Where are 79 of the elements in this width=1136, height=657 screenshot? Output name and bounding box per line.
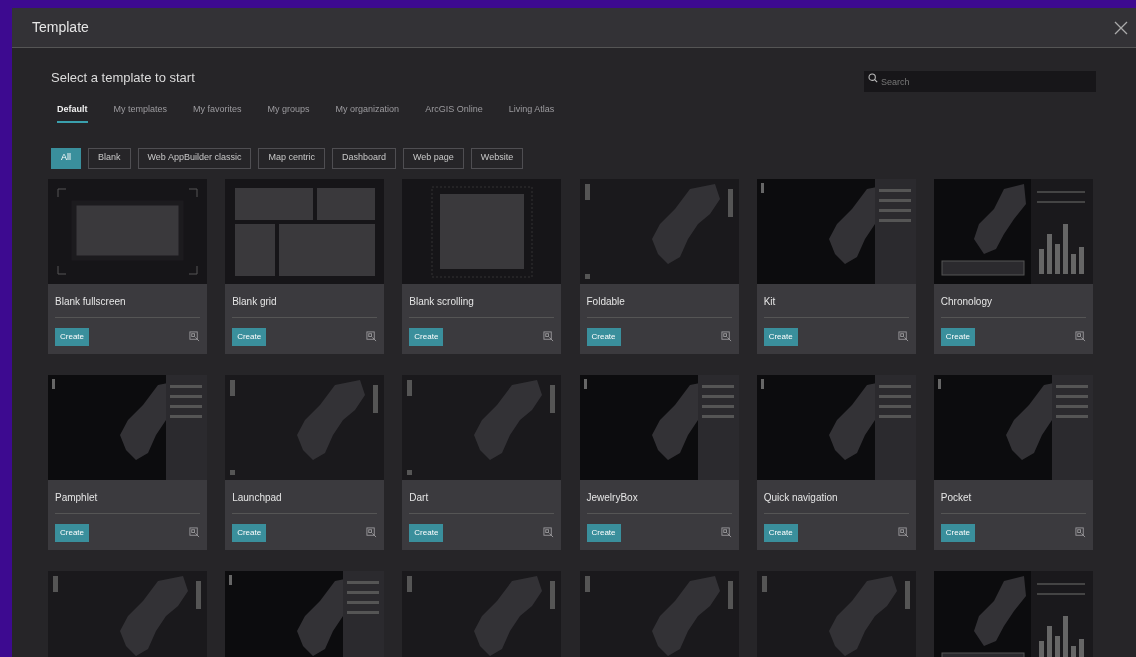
create-button[interactable]: Create [763, 523, 798, 542]
tab[interactable]: My groups [267, 103, 310, 123]
chart-bar [1062, 615, 1068, 657]
create-button[interactable]: Create [586, 327, 621, 346]
template-card[interactable]: Blank fullscreen Create [48, 178, 207, 354]
tab[interactable]: My templates [113, 103, 168, 123]
preview-icon[interactable] [366, 331, 378, 342]
template-name: Pamphlet [55, 489, 200, 514]
chart-bar [1078, 638, 1084, 657]
chart-bar [1046, 233, 1052, 274]
create-button[interactable]: Create [586, 523, 621, 542]
template-card[interactable]: Chronology Create [933, 178, 1093, 354]
preview-icon[interactable] [189, 331, 200, 342]
template-card[interactable]: JewelryBox Create [579, 374, 739, 550]
filter-chip[interactable]: Web page [403, 147, 464, 169]
template-name: Dart [409, 489, 555, 514]
create-button[interactable]: Create [940, 523, 975, 542]
create-button[interactable]: Create [940, 327, 975, 346]
template-name: Blank scrolling [409, 293, 555, 318]
chart-bar [1070, 645, 1076, 657]
template-card[interactable]: Launchpad Create [225, 374, 385, 550]
create-button[interactable]: Create [409, 523, 444, 542]
close-icon[interactable] [1114, 20, 1128, 35]
tab[interactable]: Default [57, 103, 88, 123]
chart-bar [1062, 223, 1068, 274]
template-name: Blank grid [232, 293, 378, 318]
template-name: Foldable [586, 293, 732, 318]
preview-icon[interactable] [720, 527, 732, 538]
chart-bar [1078, 246, 1084, 274]
template-name: Chronology [940, 293, 1086, 318]
template-card[interactable]: Blank grid Create [225, 178, 385, 354]
template-card[interactable]: Quick navigation Create [756, 374, 916, 550]
tab[interactable]: My favorites [193, 103, 242, 123]
create-button[interactable]: Create [232, 523, 267, 542]
tab[interactable]: Living Atlas [508, 103, 555, 123]
filter-chip[interactable]: Map centric [258, 147, 325, 169]
search-icon [868, 72, 878, 83]
preview-icon[interactable] [1074, 527, 1086, 538]
preview-icon[interactable] [543, 331, 555, 342]
chart-bar [1054, 243, 1060, 274]
dialog-title: Template [32, 18, 89, 37]
create-button[interactable]: Create [763, 327, 798, 346]
template-name: Pocket [940, 489, 1086, 514]
search-field[interactable]: Search [864, 71, 1096, 92]
template-card[interactable]: Pamphlet Create [48, 374, 207, 550]
template-card[interactable]: Pocket Create [933, 374, 1093, 550]
preview-icon[interactable] [1074, 331, 1086, 342]
filter-chip[interactable]: Dashboard [331, 147, 396, 169]
filter-chip[interactable]: Web AppBuilder classic [137, 147, 252, 169]
preview-icon[interactable] [366, 527, 378, 538]
tab[interactable]: My organization [335, 103, 400, 123]
chart-bar [1038, 248, 1044, 274]
template-card[interactable]: Blank scrolling Create [402, 178, 562, 354]
preview-icon[interactable] [720, 331, 732, 342]
template-name: Launchpad [232, 489, 378, 514]
preview-icon[interactable] [543, 527, 555, 538]
template-name: Blank fullscreen [55, 293, 200, 318]
create-button[interactable]: Create [232, 327, 267, 346]
template-name: JewelryBox [586, 489, 732, 514]
filter-chip[interactable]: Website [470, 147, 524, 169]
filter-chip[interactable]: Blank [88, 147, 131, 169]
chart-bar [1046, 625, 1052, 657]
create-button[interactable]: Create [55, 327, 89, 346]
create-button[interactable]: Create [409, 327, 444, 346]
template-card[interactable]: Kit Create [756, 178, 916, 354]
template-name: Kit [763, 293, 909, 318]
tab[interactable]: ArcGIS Online [425, 103, 483, 123]
preview-icon[interactable] [897, 527, 909, 538]
preview-icon[interactable] [897, 331, 909, 342]
create-button[interactable]: Create [55, 523, 89, 542]
template-name: Quick navigation [763, 489, 909, 514]
page-heading: Select a template to start [51, 69, 195, 88]
chart-bar [1070, 253, 1076, 274]
filter-chip[interactable]: All [51, 147, 81, 169]
chart-bar [1038, 640, 1044, 657]
preview-icon[interactable] [189, 527, 200, 538]
chart-bar [1054, 635, 1060, 657]
template-card[interactable]: Foldable Create [579, 178, 739, 354]
template-card[interactable]: Dart Create [402, 374, 562, 550]
